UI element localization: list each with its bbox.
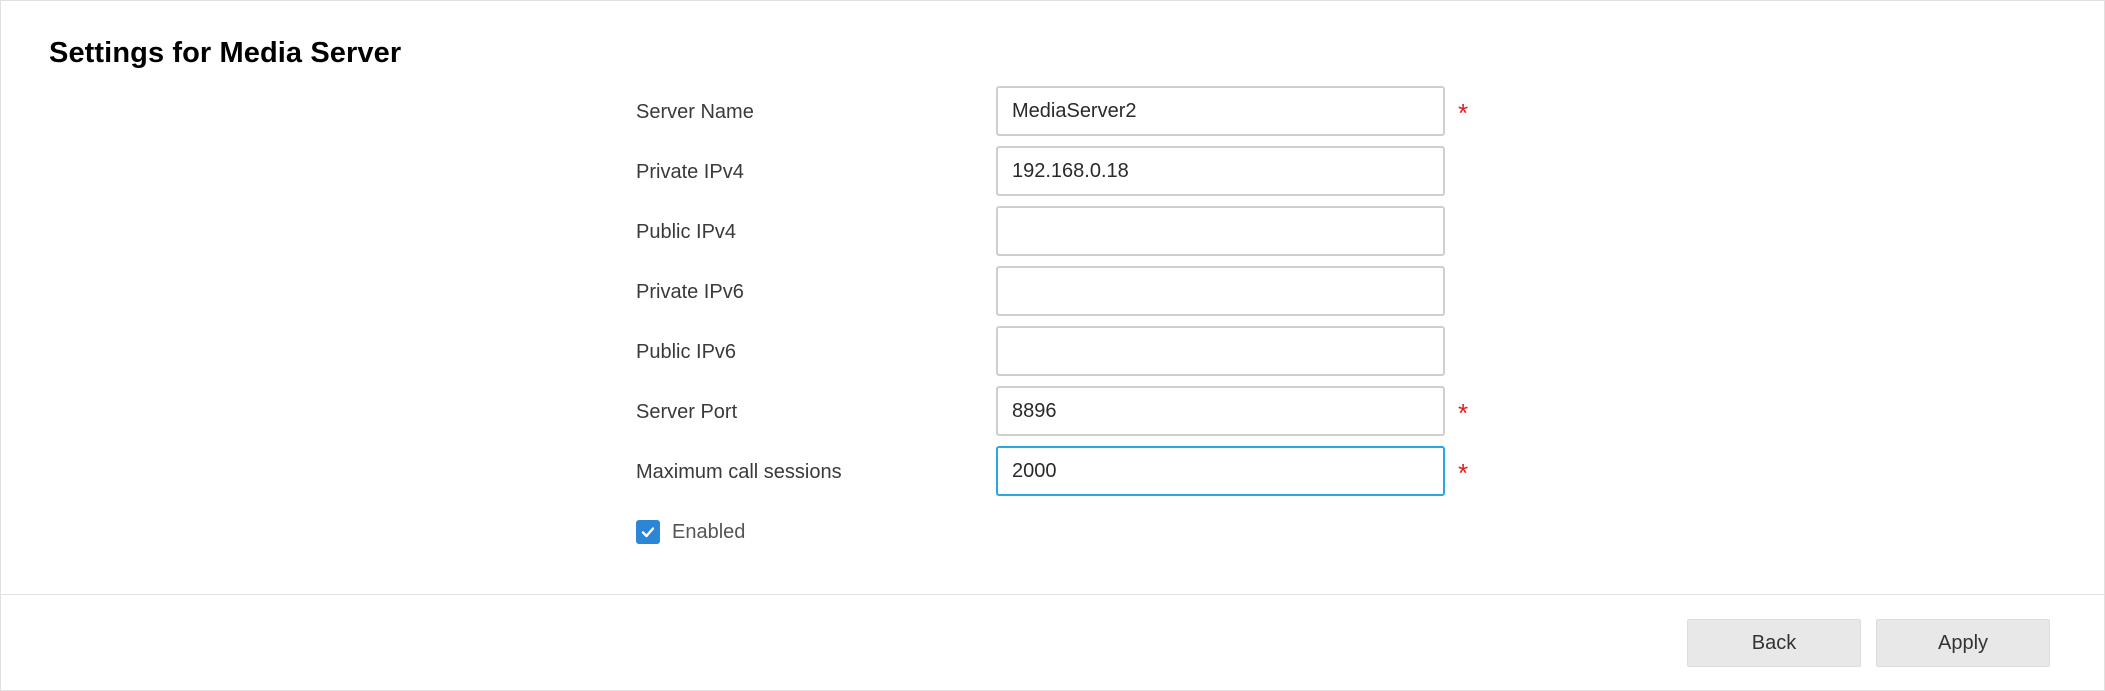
- enabled-label: Enabled: [672, 520, 746, 543]
- form-row-server-port: Server Port *: [1, 386, 2104, 438]
- back-button[interactable]: Back: [1687, 619, 1861, 667]
- form-row-max-call-sessions: Maximum call sessions *: [1, 446, 2104, 498]
- form-row-public-ipv4: Public IPv4: [1, 206, 2104, 258]
- max-call-sessions-input[interactable]: [996, 446, 1445, 496]
- server-name-input[interactable]: [996, 86, 1445, 136]
- private-ipv6-input[interactable]: [996, 266, 1445, 316]
- footer-divider: [1, 594, 2104, 595]
- private-ipv4-label: Private IPv4: [636, 161, 744, 183]
- public-ipv6-label: Public IPv6: [636, 341, 737, 363]
- checkmark-icon: [641, 527, 655, 538]
- server-port-required-mark: *: [1458, 398, 1469, 428]
- enabled-checkbox-row[interactable]: Enabled: [636, 517, 745, 547]
- private-ipv4-input[interactable]: [996, 146, 1445, 196]
- server-port-input[interactable]: [996, 386, 1445, 436]
- form-row-server-name: Server Name *: [1, 86, 2104, 138]
- form-row-private-ipv4: Private IPv4: [1, 146, 2104, 198]
- server-name-label: Server Name: [636, 101, 754, 123]
- private-ipv6-label: Private IPv6: [636, 281, 744, 303]
- server-name-required-mark: *: [1458, 98, 1469, 128]
- form-row-public-ipv6: Public IPv6: [1, 326, 2104, 378]
- apply-button[interactable]: Apply: [1876, 619, 2050, 667]
- page-title: Settings for Media Server: [49, 37, 402, 69]
- max-call-sessions-label: Maximum call sessions: [636, 461, 842, 483]
- public-ipv4-label: Public IPv4: [636, 221, 737, 243]
- public-ipv4-input[interactable]: [996, 206, 1445, 256]
- server-port-label: Server Port: [636, 401, 738, 423]
- max-call-sessions-required-mark: *: [1458, 458, 1469, 488]
- settings-panel: Settings for Media Server Server Name * …: [0, 0, 2105, 691]
- enabled-checkbox[interactable]: [636, 520, 660, 544]
- form-row-private-ipv6: Private IPv6: [1, 266, 2104, 318]
- public-ipv6-input[interactable]: [996, 326, 1445, 376]
